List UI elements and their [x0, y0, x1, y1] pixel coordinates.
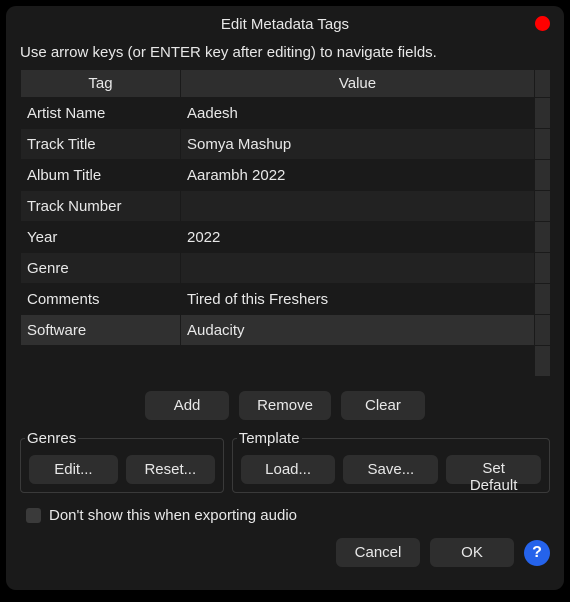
- genres-section: Genres Edit... Reset...: [20, 430, 224, 493]
- header-value[interactable]: Value: [181, 70, 535, 98]
- table-row[interactable]: Year2022: [21, 222, 551, 253]
- value-cell[interactable]: Tired of this Freshers: [181, 284, 535, 315]
- tag-cell[interactable]: [21, 346, 181, 377]
- tag-cell[interactable]: Year: [21, 222, 181, 253]
- header-end: [535, 70, 551, 98]
- end-cell: [535, 222, 551, 253]
- metadata-table-wrap: Tag Value Artist NameAadeshTrack TitleSo…: [20, 69, 550, 377]
- value-cell[interactable]: [181, 191, 535, 222]
- template-legend: Template: [237, 430, 302, 447]
- end-cell: [535, 191, 551, 222]
- help-icon[interactable]: ?: [524, 540, 550, 566]
- dont-show-label: Don't show this when exporting audio: [49, 507, 297, 524]
- end-cell: [535, 253, 551, 284]
- table-buttons: Add Remove Clear: [6, 391, 564, 420]
- end-cell: [535, 346, 551, 377]
- table-row[interactable]: [21, 346, 551, 377]
- cancel-button[interactable]: Cancel: [336, 538, 420, 567]
- save-template-button[interactable]: Save...: [343, 455, 438, 484]
- table-row[interactable]: Track TitleSomya Mashup: [21, 129, 551, 160]
- tag-cell[interactable]: Track Number: [21, 191, 181, 222]
- end-cell: [535, 98, 551, 129]
- table-row[interactable]: CommentsTired of this Freshers: [21, 284, 551, 315]
- tag-cell[interactable]: Comments: [21, 284, 181, 315]
- remove-button[interactable]: Remove: [239, 391, 331, 420]
- close-icon[interactable]: [535, 16, 550, 31]
- template-section: Template Load... Save... Set Default: [232, 430, 550, 493]
- footer-buttons: Cancel OK ?: [20, 538, 550, 567]
- table-row[interactable]: SoftwareAudacity: [21, 315, 551, 346]
- value-cell[interactable]: Aarambh 2022: [181, 160, 535, 191]
- value-cell[interactable]: Audacity: [181, 315, 535, 346]
- value-cell[interactable]: [181, 346, 535, 377]
- table-row[interactable]: Album TitleAarambh 2022: [21, 160, 551, 191]
- titlebar: Edit Metadata Tags: [6, 6, 564, 38]
- add-button[interactable]: Add: [145, 391, 229, 420]
- metadata-table: Tag Value Artist NameAadeshTrack TitleSo…: [20, 69, 551, 377]
- end-cell: [535, 129, 551, 160]
- table-row[interactable]: Artist NameAadesh: [21, 98, 551, 129]
- metadata-dialog: Edit Metadata Tags Use arrow keys (or EN…: [6, 6, 564, 590]
- dialog-title: Edit Metadata Tags: [221, 16, 349, 33]
- load-template-button[interactable]: Load...: [241, 455, 336, 484]
- genres-legend: Genres: [25, 430, 78, 447]
- tag-cell[interactable]: Software: [21, 315, 181, 346]
- sections: Genres Edit... Reset... Template Load...…: [20, 430, 550, 493]
- set-default-button[interactable]: Set Default: [446, 455, 541, 484]
- instruction-text: Use arrow keys (or ENTER key after editi…: [6, 38, 564, 69]
- edit-genres-button[interactable]: Edit...: [29, 455, 118, 484]
- table-row[interactable]: Genre: [21, 253, 551, 284]
- value-cell[interactable]: Somya Mashup: [181, 129, 535, 160]
- dont-show-checkbox[interactable]: [26, 508, 41, 523]
- end-cell: [535, 160, 551, 191]
- end-cell: [535, 315, 551, 346]
- reset-genres-button[interactable]: Reset...: [126, 455, 215, 484]
- value-cell[interactable]: Aadesh: [181, 98, 535, 129]
- tag-cell[interactable]: Genre: [21, 253, 181, 284]
- tag-cell[interactable]: Track Title: [21, 129, 181, 160]
- tag-cell[interactable]: Album Title: [21, 160, 181, 191]
- end-cell: [535, 284, 551, 315]
- table-row[interactable]: Track Number: [21, 191, 551, 222]
- clear-button[interactable]: Clear: [341, 391, 425, 420]
- checkbox-row: Don't show this when exporting audio: [26, 507, 550, 524]
- ok-button[interactable]: OK: [430, 538, 514, 567]
- value-cell[interactable]: 2022: [181, 222, 535, 253]
- value-cell[interactable]: [181, 253, 535, 284]
- tag-cell[interactable]: Artist Name: [21, 98, 181, 129]
- header-tag[interactable]: Tag: [21, 70, 181, 98]
